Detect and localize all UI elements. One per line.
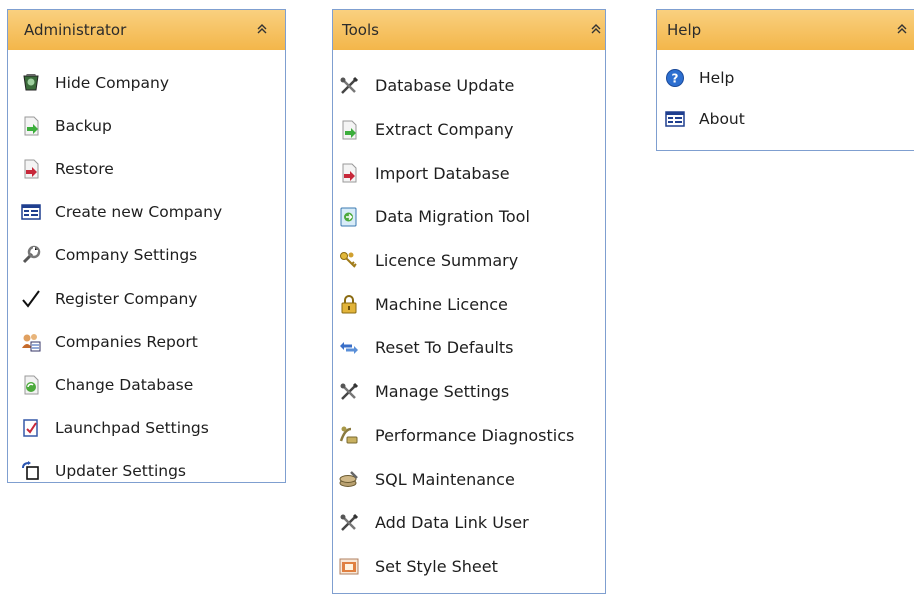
menu-item-database-update[interactable]: Database Update <box>339 64 605 108</box>
menu-item-machine-licence[interactable]: Machine Licence <box>339 282 605 326</box>
menu-item-backup[interactable]: Backup <box>21 104 285 147</box>
menu-item-label: Hide Company <box>55 73 170 92</box>
menu-item-label: Register Company <box>55 289 198 308</box>
administrator-panel-header[interactable]: Administrator <box>8 10 285 50</box>
menu-item-label: Reset To Defaults <box>375 338 514 358</box>
tools-icon <box>339 382 359 402</box>
menu-item-label: Company Settings <box>55 246 198 265</box>
menu-item-reset-to-defaults[interactable]: Reset To Defaults <box>339 326 605 370</box>
hide-company-icon <box>21 73 41 93</box>
menu-item-create-new-company[interactable]: Create new Company <box>21 191 285 234</box>
panel-title: Tools <box>342 21 379 39</box>
menu-item-label: About <box>699 109 745 128</box>
padlock-icon <box>339 294 359 314</box>
menu-item-help[interactable]: ? Help <box>665 57 914 98</box>
collapse-chevron-icon[interactable] <box>591 23 601 37</box>
menu-item-company-settings[interactable]: Company Settings <box>21 234 285 277</box>
menu-item-label: Machine Licence <box>375 294 508 314</box>
menu-item-add-data-link-user[interactable]: Add Data Link User <box>339 501 605 545</box>
menu-item-label: Companies Report <box>55 332 198 351</box>
menu-item-label: Launchpad Settings <box>55 419 209 438</box>
extract-icon <box>339 120 359 140</box>
menu-item-set-style-sheet[interactable]: Set Style Sheet <box>339 545 605 589</box>
panel-title: Administrator <box>24 21 127 39</box>
menu-item-launchpad-settings[interactable]: Launchpad Settings <box>21 407 285 450</box>
menu-item-change-database[interactable]: Change Database <box>21 363 285 406</box>
menu-item-label: Updater Settings <box>55 462 187 481</box>
sql-maintenance-icon <box>339 469 359 489</box>
menu-item-label: Performance Diagnostics <box>375 425 575 445</box>
menu-item-licence-summary[interactable]: Licence Summary <box>339 239 605 283</box>
data-migration-icon <box>339 207 359 227</box>
administrator-panel: Administrator Hide Company Backup Restor… <box>7 9 286 483</box>
backup-icon <box>21 116 41 136</box>
menu-item-label: Help <box>699 68 735 87</box>
tools-icon <box>339 76 359 96</box>
keys-icon <box>339 251 359 271</box>
menu-item-label: Manage Settings <box>375 382 510 402</box>
import-icon <box>339 163 359 183</box>
menu-item-label: Import Database <box>375 163 510 183</box>
tools-panel-header[interactable]: Tools <box>333 10 605 50</box>
launchpad-settings-icon <box>21 418 41 438</box>
menu-item-label: Database Update <box>375 76 515 96</box>
change-database-icon <box>21 375 41 395</box>
menu-item-hide-company[interactable]: Hide Company <box>21 61 285 104</box>
menu-item-label: SQL Maintenance <box>375 469 515 489</box>
create-company-icon <box>21 202 41 222</box>
menu-item-import-database[interactable]: Import Database <box>339 151 605 195</box>
checkmark-icon <box>21 289 41 309</box>
company-settings-icon <box>21 245 41 265</box>
menu-item-sql-maintenance[interactable]: SQL Maintenance <box>339 457 605 501</box>
menu-item-companies-report[interactable]: Companies Report <box>21 320 285 363</box>
help-panel: Help ? Help About <box>656 9 914 151</box>
style-sheet-icon <box>339 556 359 576</box>
about-icon <box>665 109 685 129</box>
panel-title: Help <box>667 21 702 39</box>
menu-item-label: Restore <box>55 159 114 178</box>
menu-item-label: Change Database <box>55 375 194 394</box>
menu-item-label: Backup <box>55 116 112 135</box>
menu-item-extract-company[interactable]: Extract Company <box>339 108 605 152</box>
menu-item-label: Add Data Link User <box>375 513 529 533</box>
restore-icon <box>21 159 41 179</box>
collapse-chevron-icon[interactable] <box>257 23 267 37</box>
menu-item-updater-settings[interactable]: Updater Settings <box>21 450 285 493</box>
updater-settings-icon <box>21 461 41 481</box>
menu-item-performance-diagnostics[interactable]: Performance Diagnostics <box>339 414 605 458</box>
menu-item-label: Set Style Sheet <box>375 556 498 576</box>
diagnostics-icon <box>339 425 359 445</box>
menu-item-label: Extract Company <box>375 120 514 140</box>
menu-item-label: Licence Summary <box>375 251 519 271</box>
menu-item-label: Create new Company <box>55 203 223 222</box>
menu-item-register-company[interactable]: Register Company <box>21 277 285 320</box>
menu-item-restore[interactable]: Restore <box>21 147 285 190</box>
menu-item-manage-settings[interactable]: Manage Settings <box>339 370 605 414</box>
companies-report-icon <box>21 332 41 352</box>
reset-arrows-icon <box>339 338 359 358</box>
help-icon: ? <box>665 68 685 88</box>
collapse-chevron-icon[interactable] <box>897 23 907 37</box>
menu-item-about[interactable]: About <box>665 98 914 139</box>
tools-panel: Tools Database Update Extract Company Im… <box>332 9 606 594</box>
help-panel-header[interactable]: Help <box>657 10 914 50</box>
tools-icon <box>339 513 359 533</box>
svg-text:?: ? <box>672 71 679 85</box>
menu-item-label: Data Migration Tool <box>375 207 530 227</box>
menu-item-data-migration-tool[interactable]: Data Migration Tool <box>339 195 605 239</box>
